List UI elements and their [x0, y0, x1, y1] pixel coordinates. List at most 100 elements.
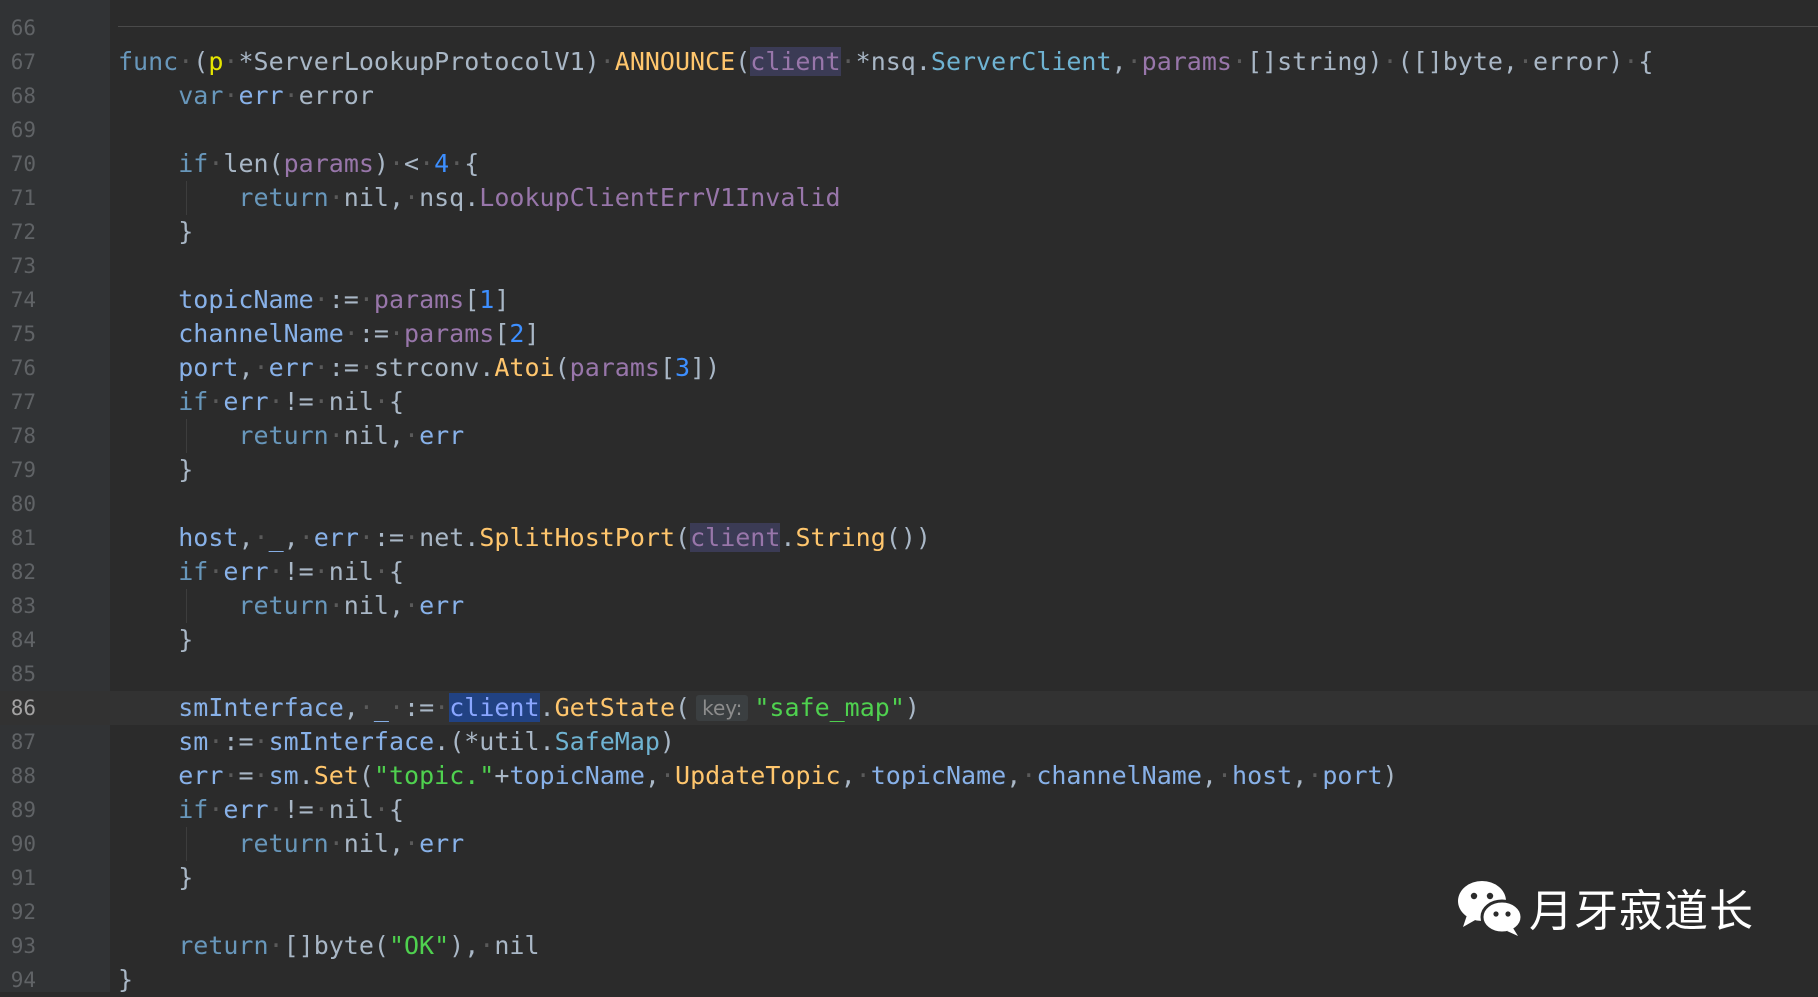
line-number[interactable]: 91 [0, 861, 36, 895]
code-text[interactable]: smInterface,·_·:=·client.GetState(key: "s… [118, 691, 920, 725]
line-number[interactable]: 75 [0, 317, 36, 351]
line-number[interactable]: 85 [0, 657, 36, 691]
code-text[interactable]: return·nil,·err [118, 827, 464, 861]
code-text[interactable]: host,·_,·err·:=·net.SplitHostPort(client… [118, 521, 931, 555]
code-text[interactable]: return·nil,·err [118, 589, 464, 623]
code-line[interactable]: 76 port,·err·:=·strconv.Atoi(params[3]) [0, 351, 1818, 385]
line-number[interactable]: 66 [0, 11, 36, 45]
code-text[interactable]: } [118, 623, 193, 657]
code-token: · [283, 81, 299, 110]
code-text[interactable]: if·err·!=·nil·{ [118, 385, 404, 419]
code-line[interactable]: 89 if·err·!=·nil·{ [0, 793, 1818, 827]
code-token: · [313, 387, 329, 416]
line-number[interactable]: 77 [0, 385, 36, 419]
code-line[interactable]: 69 [0, 113, 1818, 147]
line-number[interactable]: 69 [0, 113, 36, 147]
code-line[interactable]: 70 if·len(params)·<·4·{ [0, 147, 1818, 181]
code-token: []string) [1247, 47, 1383, 76]
code-line[interactable]: 78 return·nil,·err [0, 419, 1818, 453]
code-token: err [223, 387, 269, 416]
code-token: · [373, 557, 389, 586]
line-number[interactable]: 89 [0, 793, 36, 827]
code-line[interactable]: 71 return·nil,·nsq.LookupClientErrV1Inva… [0, 181, 1818, 215]
code-line[interactable]: 66 [0, 11, 1818, 45]
code-text[interactable]: if·err·!=·nil·{ [118, 555, 404, 589]
code-text[interactable]: } [118, 861, 193, 895]
code-text[interactable]: return·nil,·err [118, 419, 464, 453]
line-number[interactable]: 92 [0, 895, 36, 929]
code-line[interactable]: 86 smInterface,·_·:=·client.GetState(key… [0, 691, 1818, 725]
code-line[interactable]: 85 [0, 657, 1818, 691]
code-line[interactable]: 90 return·nil,·err [0, 827, 1818, 861]
code-text[interactable]: port,·err·:=·strconv.Atoi(params[3]) [118, 351, 720, 385]
code-token: · [343, 319, 359, 348]
line-number[interactable]: 88 [0, 759, 36, 793]
code-line[interactable]: 75 channelName·:=·params[2] [0, 317, 1818, 351]
code-text[interactable]: return·[]byte("OK"),·nil [118, 929, 539, 963]
code-text[interactable]: err·=·sm.Set("topic."+topicName,·UpdateT… [118, 759, 1397, 793]
code-text[interactable]: sm·:=·smInterface.(*util.SafeMap) [118, 725, 675, 759]
line-number[interactable]: 79 [0, 453, 36, 487]
line-number[interactable]: 86 [0, 691, 36, 725]
code-text[interactable]: return·nil,·nsq.LookupClientErrV1Invalid [118, 181, 840, 215]
line-number[interactable]: 90 [0, 827, 36, 861]
code-token: ) [584, 47, 600, 76]
code-line[interactable]: 68 var·err·error [0, 79, 1818, 113]
line-number[interactable]: 82 [0, 555, 36, 589]
line-number[interactable]: 84 [0, 623, 36, 657]
line-number[interactable]: 71 [0, 181, 36, 215]
line-number[interactable]: 78 [0, 419, 36, 453]
line-number[interactable]: 73 [0, 249, 36, 283]
line-number[interactable]: 81 [0, 521, 36, 555]
line-number[interactable]: 83 [0, 589, 36, 623]
line-number[interactable]: 74 [0, 283, 36, 317]
code-text[interactable]: channelName·:=·params[2] [118, 317, 539, 351]
code-token: nil [328, 387, 374, 416]
code-text[interactable]: } [118, 453, 193, 487]
code-line[interactable]: 88 err·=·sm.Set("topic."+topicName,·Upda… [0, 759, 1818, 793]
line-number[interactable]: 93 [0, 929, 36, 963]
code-token: _ [373, 693, 389, 722]
code-line[interactable]: 87 sm·:=·smInterface.(*util.SafeMap) [0, 725, 1818, 759]
code-text[interactable]: topicName·:=·params[1] [118, 283, 509, 317]
code-token: · [358, 353, 374, 382]
code-token: nil [328, 557, 374, 586]
code-token: := [328, 285, 359, 314]
code-line[interactable]: 79 } [0, 453, 1818, 487]
wechat-icon [1458, 881, 1524, 936]
code-token: · [253, 353, 269, 382]
code-line[interactable]: 81 host,·_,·err·:=·net.SplitHostPort(cli… [0, 521, 1818, 555]
code-text[interactable]: if·len(params)·<·4·{ [118, 147, 479, 181]
code-token: · [208, 149, 224, 178]
code-line[interactable]: 84 } [0, 623, 1818, 657]
code-text[interactable]: func·(p·*ServerLookupProtocolV1)·ANNOUNC… [118, 45, 1653, 79]
line-number[interactable]: 76 [0, 351, 36, 385]
code-line[interactable]: 72 } [0, 215, 1818, 249]
line-number[interactable]: 72 [0, 215, 36, 249]
line-number[interactable]: 80 [0, 487, 36, 521]
line-number[interactable]: 70 [0, 147, 36, 181]
code-line[interactable]: 83 return·nil,·err [0, 589, 1818, 623]
code-token: smInterface [268, 727, 435, 756]
code-line[interactable]: 73 [0, 249, 1818, 283]
code-text[interactable]: if·err·!=·nil·{ [118, 793, 404, 827]
code-text[interactable]: var·err·error [118, 79, 374, 113]
code-token: · [388, 149, 405, 178]
code-text[interactable]: } [118, 215, 193, 249]
code-line[interactable]: 67 func·(p·*ServerLookupProtocolV1)·ANNOU… [0, 45, 1818, 79]
code-token: , [238, 353, 254, 382]
line-number[interactable]: 67 [0, 45, 36, 79]
line-number[interactable]: 68 [0, 79, 36, 113]
code-line[interactable]: 74 topicName·:=·params[1] [0, 283, 1818, 317]
code-line[interactable]: 80 [0, 487, 1818, 521]
code-line[interactable]: 82 if·err·!=·nil·{ [0, 555, 1818, 589]
line-number[interactable]: 87 [0, 725, 36, 759]
code-token: []byte( [283, 931, 389, 960]
code-token: error) [1533, 47, 1624, 76]
code-line[interactable]: 77 if·err·!=·nil·{ [0, 385, 1818, 419]
